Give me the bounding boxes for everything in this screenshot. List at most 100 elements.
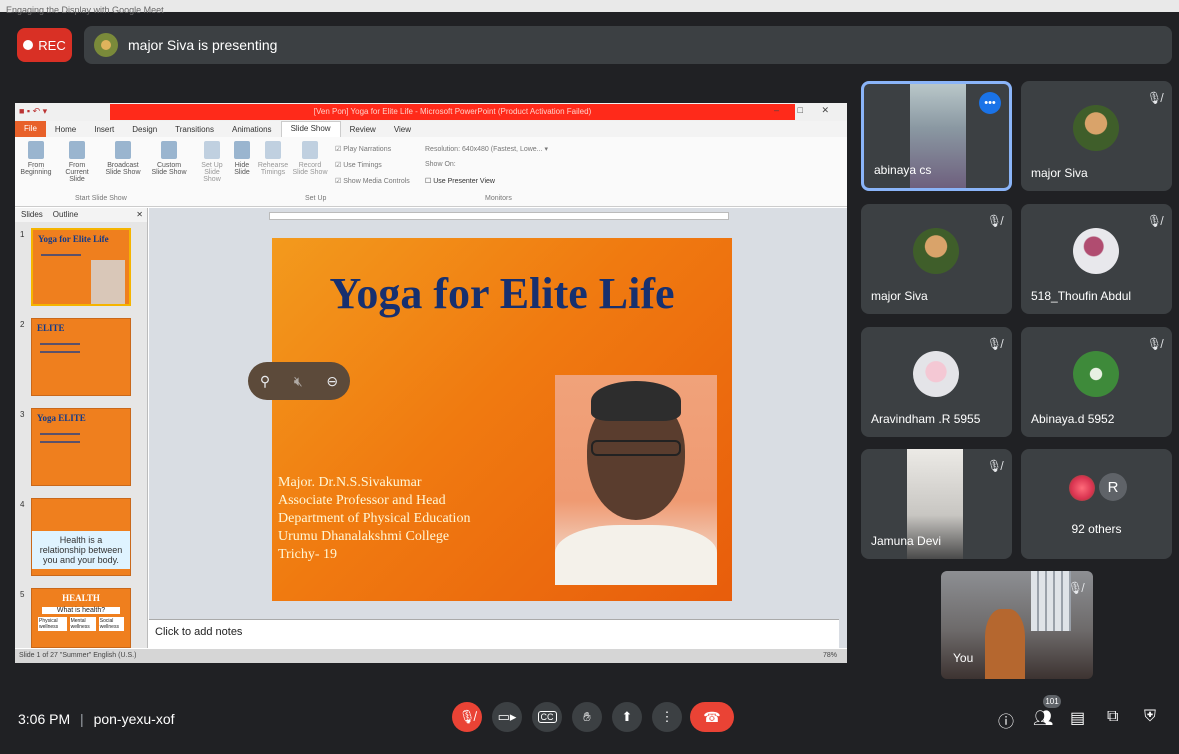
record-slide-show-button[interactable]: Record Slide Show	[291, 141, 329, 176]
more-options-icon[interactable]: •••	[979, 92, 1001, 114]
captions-icon: CC	[537, 711, 557, 723]
thumb-subtitle: What is health?	[42, 607, 120, 614]
participant-name: major Siva	[871, 289, 928, 303]
group-label-setup: Set Up	[305, 195, 327, 202]
zoom-level[interactable]: 78%	[823, 649, 837, 663]
thumb-title: ELITE	[37, 323, 65, 333]
hide-slide-label: Hide Slide	[234, 162, 250, 176]
tab-slides[interactable]: Slides	[21, 208, 43, 222]
close-pane-icon[interactable]: ✕	[136, 208, 147, 222]
tab-outline[interactable]: Outline	[53, 208, 78, 222]
self-view-tile[interactable]: 🎙︎̸ You	[941, 571, 1093, 679]
presenter-avatar	[94, 33, 118, 57]
current-slide[interactable]: Yoga for Elite Life Major. Dr.N.S.Sivaku…	[272, 238, 732, 601]
participant-tile[interactable]: 🎙︎̸ major Siva	[1021, 81, 1172, 191]
quick-access-toolbar[interactable]: ■ ▪ ↶ ▾	[19, 106, 47, 117]
slide-editor: Yoga for Elite Life Major. Dr.N.S.Sivaku…	[149, 208, 847, 648]
presenting-text: major Siva is presenting	[128, 37, 278, 53]
people-icon[interactable]: 👥︎	[1033, 708, 1053, 728]
others-avatar	[1069, 475, 1095, 501]
participant-name: major Siva	[1031, 166, 1088, 180]
camera-toggle-button[interactable]: ▭▸	[492, 702, 522, 732]
mute-speaker-icon[interactable]: 🔇︎	[294, 373, 303, 390]
tab-view[interactable]: View	[385, 125, 420, 134]
participant-tile[interactable]: 🎙︎̸ major Siva	[861, 204, 1012, 314]
play-narrations-checkbox[interactable]: ☑ Play Narrations	[335, 145, 391, 153]
meeting-details-icon[interactable]: ⓘ	[998, 708, 1014, 732]
ribbon-tabs: File Home Insert Design Transitions Anim…	[15, 121, 847, 137]
participant-name: Jamuna Devi	[871, 534, 942, 548]
tab-insert[interactable]: Insert	[85, 125, 123, 134]
presenter-view-checkbox[interactable]: ☐ Use Presenter View	[425, 177, 495, 185]
captions-button[interactable]: CC	[532, 702, 562, 732]
mic-off-icon: 🎙︎̸	[1146, 91, 1162, 105]
use-timings-label: Use Timings	[343, 162, 382, 169]
rec-indicator[interactable]: REC	[17, 28, 72, 62]
slideshow-icon	[28, 141, 44, 159]
host-controls-icon[interactable]: ⛨	[1144, 708, 1156, 726]
pin-off-icon[interactable]: ⚲	[260, 373, 270, 390]
setup-icon	[204, 141, 220, 159]
slide-thumbnail[interactable]: Yoga for Elite Life	[31, 228, 131, 306]
mic-toggle-button[interactable]: 🎙︎̸	[452, 702, 482, 732]
mic-off-icon: 🎙︎̸	[986, 214, 1002, 228]
tab-transitions[interactable]: Transitions	[166, 125, 223, 134]
tab-file[interactable]: File	[15, 121, 46, 137]
status-bar: Slide 1 of 27 "Summer" English (U.S.) 78…	[15, 649, 847, 663]
participant-name: Aravindham .R 5955	[871, 412, 981, 426]
thumb-box: Physical wellness	[38, 617, 67, 631]
show-media-controls-checkbox[interactable]: ☑ Show Media Controls	[335, 177, 410, 185]
participant-tile[interactable]: 🎙︎̸ Jamuna Devi	[861, 449, 1012, 559]
broadcast-button[interactable]: Broadcast Slide Show	[101, 141, 145, 176]
slide-thumbnail[interactable]: Yoga ELITE	[31, 408, 131, 486]
tab-animations[interactable]: Animations	[223, 125, 281, 134]
notes-pane[interactable]: Click to add notes	[149, 619, 839, 649]
tab-review[interactable]: Review	[341, 125, 385, 134]
tab-slide-show[interactable]: Slide Show	[280, 121, 341, 137]
activities-icon[interactable]: ⧉	[1107, 708, 1118, 726]
record-label: Record Slide Show	[292, 162, 328, 176]
resolution-label: Resolution: 640x480 (Fastest, Lowe...	[425, 146, 543, 153]
leave-call-button[interactable]: ☎︎	[690, 702, 734, 732]
avatar	[1073, 105, 1119, 151]
participant-tile[interactable]: 🎙︎̸ Abinaya.d 5952	[1021, 327, 1172, 437]
custom-show-icon	[161, 141, 177, 159]
meeting-separator: |	[80, 711, 84, 727]
tab-home[interactable]: Home	[46, 125, 85, 134]
set-up-show-button[interactable]: Set Up Slide Show	[195, 141, 229, 183]
hide-slide-button[interactable]: Hide Slide	[231, 141, 253, 176]
thumb-title: Health is a relationship between you and…	[32, 531, 130, 569]
avatar	[913, 228, 959, 274]
avatar	[913, 351, 959, 397]
present-button[interactable]: ⬆︎	[612, 702, 642, 732]
more-options-button[interactable]: ⋮	[652, 702, 682, 732]
others-count: 92 others	[1071, 522, 1122, 536]
window-controls[interactable]: – □ ✕	[774, 105, 837, 116]
window-caption-strip: Engaging the Display with Google Meet	[0, 0, 1179, 15]
mic-off-icon: 🎙︎̸	[986, 337, 1002, 351]
presenter-photo	[555, 375, 717, 585]
participant-tile[interactable]: 🎙︎̸ Aravindham .R 5955	[861, 327, 1012, 437]
show-on-select[interactable]: Show On:	[425, 161, 456, 168]
others-tile[interactable]: R 92 others	[1021, 449, 1172, 559]
slide-thumbnail[interactable]: Health is a relationship between you and…	[31, 498, 131, 576]
chat-icon[interactable]: ▤	[1070, 708, 1085, 728]
slide-thumbnail[interactable]: ELITE	[31, 318, 131, 396]
resolution-select[interactable]: Resolution: 640x480 (Fastest, Lowe... ▾	[425, 145, 548, 153]
record-dot-icon	[23, 40, 34, 50]
custom-show-button[interactable]: Custom Slide Show	[149, 141, 189, 176]
hangup-icon: ☎︎	[703, 708, 721, 725]
slide-line: Urumu Dhanalakshmi College	[278, 529, 450, 544]
slide-thumbnail[interactable]: HEALTH What is health? Physical wellness…	[31, 588, 131, 648]
from-current-slide-button[interactable]: From Current Slide	[57, 141, 97, 183]
rehearse-timings-button[interactable]: Rehearse Timings	[257, 141, 289, 176]
participant-tile[interactable]: 🎙︎̸ 518_Thoufin Abdul	[1021, 204, 1172, 314]
remove-icon[interactable]: ⊖	[326, 373, 338, 390]
participant-tile[interactable]: ••• abinaya cs	[861, 81, 1012, 191]
use-timings-checkbox[interactable]: ☑ Use Timings	[335, 161, 382, 169]
ribbon: From Beginning From Current Slide Broadc…	[15, 137, 847, 207]
from-beginning-button[interactable]: From Beginning	[19, 141, 53, 176]
tab-design[interactable]: Design	[123, 125, 166, 134]
rec-label: REC	[38, 37, 66, 53]
raise-hand-button[interactable]: ✋︎	[572, 702, 602, 732]
